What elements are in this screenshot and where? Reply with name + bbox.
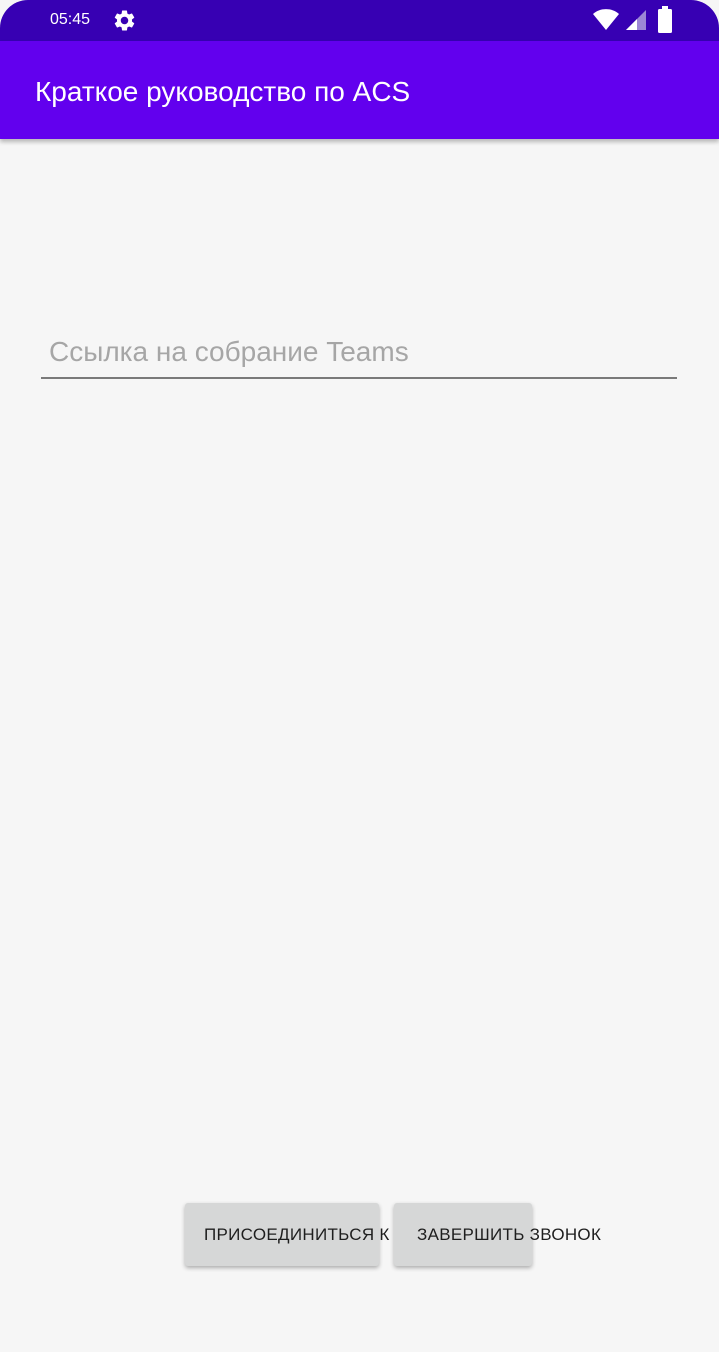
app-bar: Краткое руководство по ACS — [0, 41, 719, 139]
meeting-link-input[interactable] — [41, 332, 677, 379]
cell-signal-icon — [626, 10, 646, 30]
end-call-button[interactable]: ЗАВЕРШИТЬ ЗВОНОК — [394, 1203, 601, 1266]
status-time: 05:45 — [50, 11, 91, 28]
end-call-button-label: ЗАВЕРШИТЬ ЗВОНОК — [417, 1225, 602, 1244]
wifi-icon — [593, 9, 619, 30]
app-title: Краткое руководство по ACS — [35, 76, 411, 107]
join-meeting-button[interactable]: ПРИСОЕДИНИТЬСЯ К СОБРАНИЮ — [185, 1203, 496, 1266]
settings-gear-icon — [114, 10, 135, 31]
status-bar: 05:45 — [0, 0, 719, 41]
battery-icon — [658, 6, 672, 33]
app-screen: 05:45 Краткое руководство по ACS ПРИСОЕД… — [0, 0, 719, 1352]
